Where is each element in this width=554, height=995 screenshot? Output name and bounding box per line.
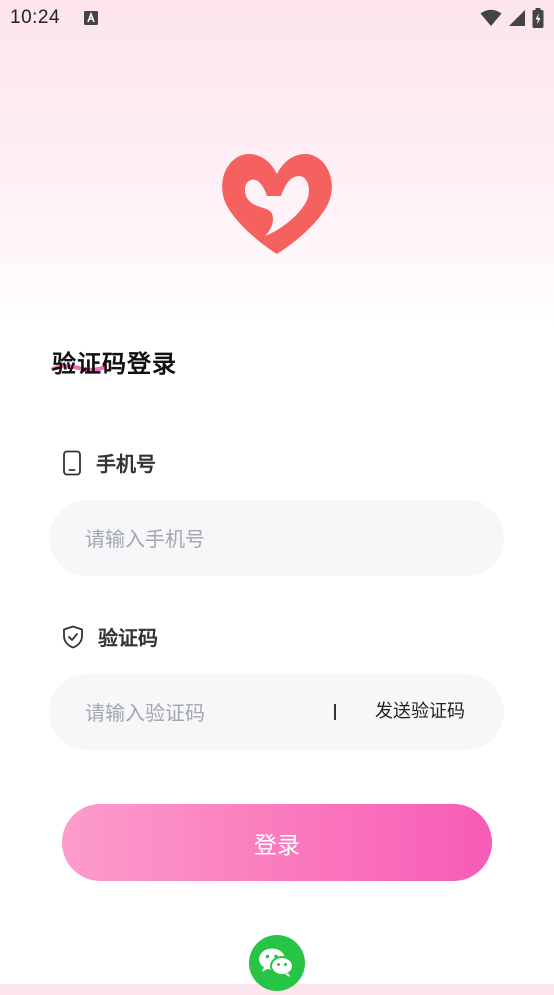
- wechat-icon: [259, 948, 294, 977]
- status-icons: [480, 8, 544, 28]
- send-code-button[interactable]: 发送验证码: [375, 674, 465, 750]
- login-button[interactable]: 登录: [62, 804, 492, 881]
- battery-charging-icon: [532, 8, 544, 28]
- phone-input-container[interactable]: [49, 500, 504, 578]
- wifi-icon: [480, 9, 502, 26]
- phone-label: 手机号: [96, 452, 156, 476]
- code-input[interactable]: [83, 674, 317, 752]
- wechat-login-button[interactable]: [249, 935, 305, 991]
- code-input-container[interactable]: 发送验证码: [49, 674, 504, 752]
- shield-check-icon: [63, 625, 83, 648]
- phone-icon: [63, 450, 81, 475]
- phone-label-row: 手机号: [62, 448, 156, 477]
- phone-input[interactable]: [83, 500, 347, 578]
- status-bar: 10:24: [0, 0, 554, 38]
- signal-icon: [509, 10, 525, 26]
- code-label-row: 验证码: [62, 622, 158, 651]
- login-button-label: 登录: [254, 832, 300, 859]
- code-divider: [334, 704, 336, 720]
- code-label: 验证码: [98, 626, 158, 650]
- heart-logo-icon: [222, 154, 332, 254]
- page-title: 验证码登录: [52, 350, 177, 378]
- a-badge-icon: [84, 11, 98, 25]
- status-time: 10:24: [10, 7, 61, 28]
